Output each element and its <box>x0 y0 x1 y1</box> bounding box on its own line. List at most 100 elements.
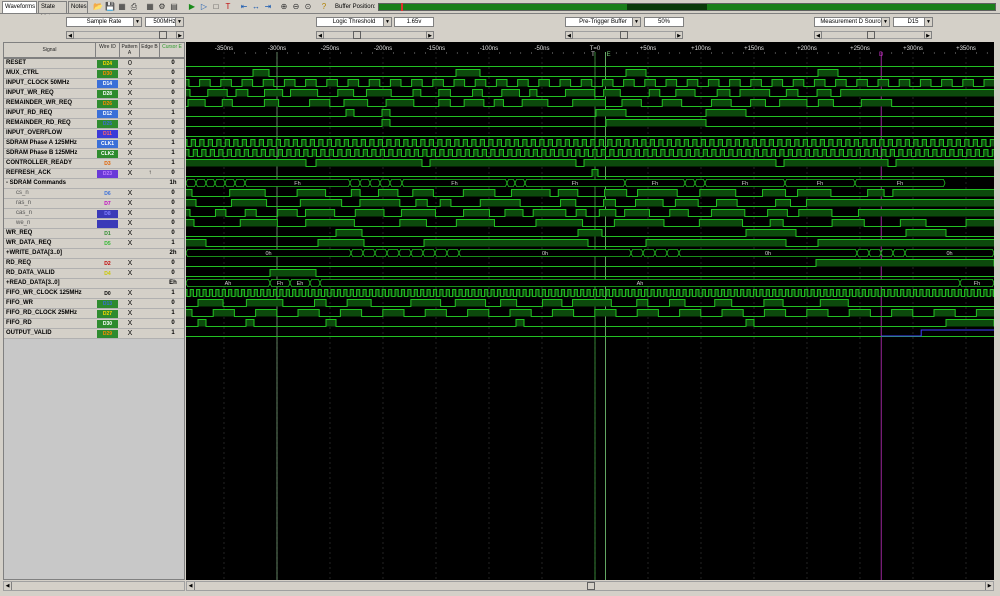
pre-trigger-slider[interactable]: ◀ ▶ <box>565 31 683 39</box>
signal-row[interactable]: ras_n D7 X 0 <box>4 199 184 209</box>
run-once-icon[interactable]: ▷ <box>199 2 209 12</box>
column-cursor[interactable]: Cursor E <box>160 43 184 57</box>
column-signal[interactable]: Signal <box>4 43 96 57</box>
pattern-cell[interactable]: X <box>123 199 137 208</box>
wire-id-badge[interactable]: D27 <box>97 310 118 318</box>
signal-row[interactable]: FIFO_RD D30 X 0 <box>4 319 184 329</box>
pattern-cell[interactable]: X <box>123 239 137 248</box>
signal-row[interactable]: RD_DATA_VALID D4 X 0 <box>4 269 184 279</box>
wire-id-badge[interactable]: D14 <box>97 80 118 88</box>
signal-row[interactable]: OUTPUT_VALID D29 X 1 <box>4 329 184 339</box>
signal-row[interactable]: REMAINDER_RD_REQ D25 X 0 <box>4 119 184 129</box>
zoom-out-icon[interactable]: ⊖ <box>291 2 301 12</box>
signal-row[interactable]: - SDRAM Commands 1h <box>4 179 184 189</box>
signal-row[interactable]: INPUT_RD_REQ D12 X 1 <box>4 109 184 119</box>
zoom-fit-icon[interactable]: ⊙ <box>303 2 313 12</box>
signal-row[interactable]: INPUT_OVERFLOW D11 X 0 <box>4 129 184 139</box>
pattern-cell[interactable]: X <box>123 219 137 228</box>
wire-id-badge[interactable]: D12 <box>97 110 118 118</box>
wire-id-badge[interactable]: D28 <box>97 90 118 98</box>
wire-id-badge[interactable]: D23 <box>97 170 118 178</box>
print-icon[interactable]: ⎙ <box>129 2 139 12</box>
signal-row[interactable]: +READ_DATA[3..0] Eh <box>4 279 184 289</box>
pattern-cell[interactable]: 0 <box>123 59 137 68</box>
edge-cell[interactable]: ↑ <box>143 169 157 178</box>
wire-id-badge[interactable]: D30 <box>97 70 118 78</box>
cursor-right-icon[interactable]: ⇥ <box>263 2 273 12</box>
pattern-cell[interactable]: X <box>123 299 137 308</box>
pattern-cell[interactable]: X <box>123 229 137 238</box>
column-edge[interactable]: Edge B <box>140 43 160 57</box>
sample-rate-slider[interactable]: ◀ ▶ <box>66 31 184 39</box>
help-icon[interactable]: ? <box>319 2 329 12</box>
signal-row[interactable]: RESET D24 0 0 <box>4 59 184 69</box>
signal-row[interactable]: INPUT_WR_REQ D28 X 0 <box>4 89 184 99</box>
save-icon[interactable]: 💾 <box>105 2 115 12</box>
wire-id-badge[interactable]: D9 <box>97 220 118 228</box>
signal-row[interactable]: REMAINDER_WR_REQ D26 X 0 <box>4 99 184 109</box>
tab-state-list[interactable]: State List <box>38 1 67 21</box>
wire-id-badge[interactable]: D5 <box>97 240 118 248</box>
sample-rate-value[interactable]: 500MHz ▼ <box>145 17 184 27</box>
pattern-cell[interactable]: X <box>123 269 137 278</box>
pattern-cell[interactable]: X <box>123 99 137 108</box>
signal-row[interactable]: RD_REQ D2 X 0 <box>4 259 184 269</box>
grid-icon[interactable]: ▦ <box>145 2 155 12</box>
signal-row[interactable]: SDRAM Phase B 125MHz CLK2 X 1 <box>4 149 184 159</box>
wire-id-badge[interactable]: D29 <box>97 330 118 338</box>
signal-row[interactable]: INPUT_CLOCK 50MHz D14 X 0 <box>4 79 184 89</box>
logic-threshold-value[interactable]: 1.65v <box>394 17 434 27</box>
scroll-right-icon[interactable]: ▶ <box>985 582 993 590</box>
pattern-cell[interactable]: X <box>123 169 137 178</box>
wire-id-badge[interactable]: CLK1 <box>97 140 118 148</box>
measurement-source-select[interactable]: Measurement D Source ▼ <box>814 17 890 27</box>
wire-id-badge[interactable]: D11 <box>97 130 118 138</box>
pattern-cell[interactable]: X <box>123 109 137 118</box>
wire-id-badge[interactable]: D1 <box>97 230 118 238</box>
export-icon[interactable]: ▦ <box>117 2 127 12</box>
pattern-cell[interactable]: X <box>123 319 137 328</box>
signal-row[interactable]: CONTROLLER_READY D3 X 1 <box>4 159 184 169</box>
measurement-source-slider[interactable]: ◀ ▶ <box>814 31 932 39</box>
waveform-scrollbar[interactable]: ◀ ▶ <box>186 581 994 591</box>
layout-icon[interactable]: ▤ <box>169 2 179 12</box>
wire-id-badge[interactable]: D30 <box>97 320 118 328</box>
cursor-left-icon[interactable]: ⇤ <box>239 2 249 12</box>
wire-id-badge[interactable]: D4 <box>97 270 118 278</box>
pre-trigger-select[interactable]: Pre-Trigger Buffer ▼ <box>565 17 641 27</box>
signal-row[interactable]: FIFO_WR D13 X 0 <box>4 299 184 309</box>
measurement-source-value[interactable]: D15 ▼ <box>893 17 933 27</box>
pattern-cell[interactable]: X <box>123 289 137 298</box>
tab-waveforms[interactable]: Waveforms <box>2 1 37 13</box>
tab-notes[interactable]: Notes <box>68 1 88 13</box>
trigger-icon[interactable]: T <box>223 2 233 12</box>
pattern-cell[interactable]: X <box>123 119 137 128</box>
pattern-cell[interactable]: X <box>123 259 137 268</box>
scroll-left-icon[interactable]: ◀ <box>187 582 195 590</box>
pattern-cell[interactable]: X <box>123 189 137 198</box>
pattern-cell[interactable]: X <box>123 69 137 78</box>
wire-id-badge[interactable]: D2 <box>97 260 118 268</box>
page-icon[interactable]: □ <box>211 2 221 12</box>
open-folder-icon[interactable]: 📂 <box>93 2 103 12</box>
wire-id-badge[interactable]: D13 <box>97 300 118 308</box>
pattern-cell[interactable]: X <box>123 129 137 138</box>
signal-row[interactable]: FIFO_RD_CLOCK 25MHz D27 X 1 <box>4 309 184 319</box>
wire-id-badge[interactable]: D0 <box>97 290 118 298</box>
pattern-cell[interactable]: X <box>123 149 137 158</box>
pre-trigger-value[interactable]: 50% <box>644 17 684 27</box>
sample-rate-select[interactable]: Sample Rate ▼ <box>66 17 142 27</box>
zoom-in-icon[interactable]: ⊕ <box>279 2 289 12</box>
buffer-position-bar[interactable] <box>378 3 996 11</box>
column-wire-id[interactable]: Wire ID <box>96 43 120 57</box>
wire-id-badge[interactable]: D6 <box>97 190 118 198</box>
pattern-cell[interactable]: X <box>123 79 137 88</box>
pattern-cell[interactable]: X <box>123 139 137 148</box>
logic-threshold-select[interactable]: Logic Threshold ▼ <box>316 17 392 27</box>
signal-row[interactable]: FIFO_WR_CLOCK 125MHz D0 X 1 <box>4 289 184 299</box>
column-pattern[interactable]: Pattern A <box>120 43 140 57</box>
wire-id-badge[interactable]: D24 <box>97 60 118 68</box>
run-icon[interactable]: ▶ <box>187 2 197 12</box>
pattern-cell[interactable]: X <box>123 209 137 218</box>
wire-id-badge[interactable]: D3 <box>97 160 118 168</box>
